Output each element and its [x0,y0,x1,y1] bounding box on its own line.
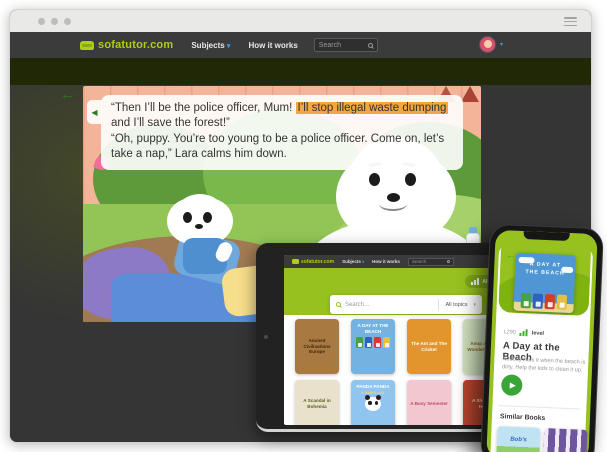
back-arrow-icon[interactable]: ← [505,249,516,261]
user-avatar[interactable] [479,36,496,53]
window-dot[interactable] [38,18,45,25]
site-navbar: sofatutor.com Subjects ▾ How it works Se… [10,32,591,58]
bubble-marker-icon: ◀ [91,108,97,117]
book-card[interactable]: PANDA PANDA A RAINY DAY [351,380,395,425]
recycling-bins-art [356,337,390,348]
level-stairs-icon [471,278,479,285]
screenshot-stage: sofatutor.com Subjects ▾ How it works Se… [0,0,607,452]
book-card[interactable]: A Scandal in Bohemia [295,380,339,425]
speech-bubble: “Then I’ll be the police officer, Mum! I… [101,95,463,170]
chevron-down-icon: ▾ [473,302,476,308]
phone-screen: ← A DAY AT THE BEACH L290 [486,230,597,452]
tablet-searchbar[interactable]: Search... All topics ▾ [330,295,482,314]
dropdown-arrow-icon: ▾ [227,43,231,50]
cover-title: A DAY AT THE BEACH [515,261,576,279]
level-row: L290 level [503,328,544,337]
search-placeholder: Search [319,42,341,49]
search-icon [368,43,373,48]
puppy-character [161,194,251,289]
fence-picket [461,86,479,102]
book-description: Nobody likes it when the beach is dirty.… [502,355,589,375]
browser-titlebar [10,10,591,32]
topics-dropdown[interactable]: All topics [445,302,467,308]
book-card[interactable]: A Busy Semester [407,380,451,425]
book-cover[interactable]: A DAY AT THE BEACH [513,253,575,313]
play-button[interactable]: ▶ [501,374,523,396]
story-paragraph-1: “Then I’ll be the police officer, Mum! I… [111,101,453,132]
search-input[interactable]: Search [314,38,378,52]
level-stairs-icon [520,329,528,336]
dropdown-arrow-icon: ▾ [362,259,364,264]
story-paragraph-2: “Oh, puppy. You’re too young to be a pol… [111,132,453,163]
search-icon [336,302,341,307]
tablet-nav-how-it-works[interactable]: How it works [372,259,400,264]
tablet-logo[interactable]: sofatutor.com [292,259,334,265]
phone-course-card: ← A DAY AT THE BEACH L290 [490,244,593,452]
panda-art [365,397,381,411]
book-card[interactable]: Ancient Civilisations Europe [295,319,339,374]
back-arrow-icon[interactable]: ← [60,86,75,103]
similar-book-thumbnail[interactable] [543,428,587,452]
similar-book-thumbnail[interactable]: Bob’s [496,426,540,452]
level-code: L290 [503,329,515,336]
phone-device: ← A DAY AT THE BEACH L290 [480,224,604,452]
avatar-dropdown-icon[interactable]: ▾ [500,41,503,48]
sofa-icon [292,259,299,264]
speech-bubble-marker[interactable]: ◀ [87,100,102,124]
logo-text: sofatutor.com [98,39,173,51]
window-dot[interactable] [64,18,71,25]
tablet-camera [264,335,268,339]
play-icon: ▶ [510,381,517,390]
sofatutor-logo[interactable]: sofatutor.com [80,39,173,51]
divider [498,405,580,409]
window-dot[interactable] [51,18,58,25]
divider [438,299,439,310]
tablet-search-input[interactable]: Search [408,258,454,266]
page-header-band [10,58,591,85]
level-label: level [532,330,544,337]
search-icon [447,260,450,263]
recycling-bins-art [521,293,568,310]
nav-item-subjects[interactable]: Subjects ▾ [191,41,230,50]
window-control-dots[interactable] [38,18,71,25]
tablet-nav-subjects[interactable]: Subjects ▾ [342,259,364,264]
book-card[interactable]: The Ant and The Cricket [407,319,451,374]
hamburger-menu-icon[interactable] [564,17,577,26]
nav-item-how-it-works[interactable]: How it works [248,41,297,50]
highlighted-phrase: I’ll stop illegal waste dumping [296,102,449,114]
book-card[interactable]: A DAY AT THE BEACH [351,319,395,374]
sofa-icon [80,41,94,50]
similar-books-heading: Similar Books [500,413,546,422]
